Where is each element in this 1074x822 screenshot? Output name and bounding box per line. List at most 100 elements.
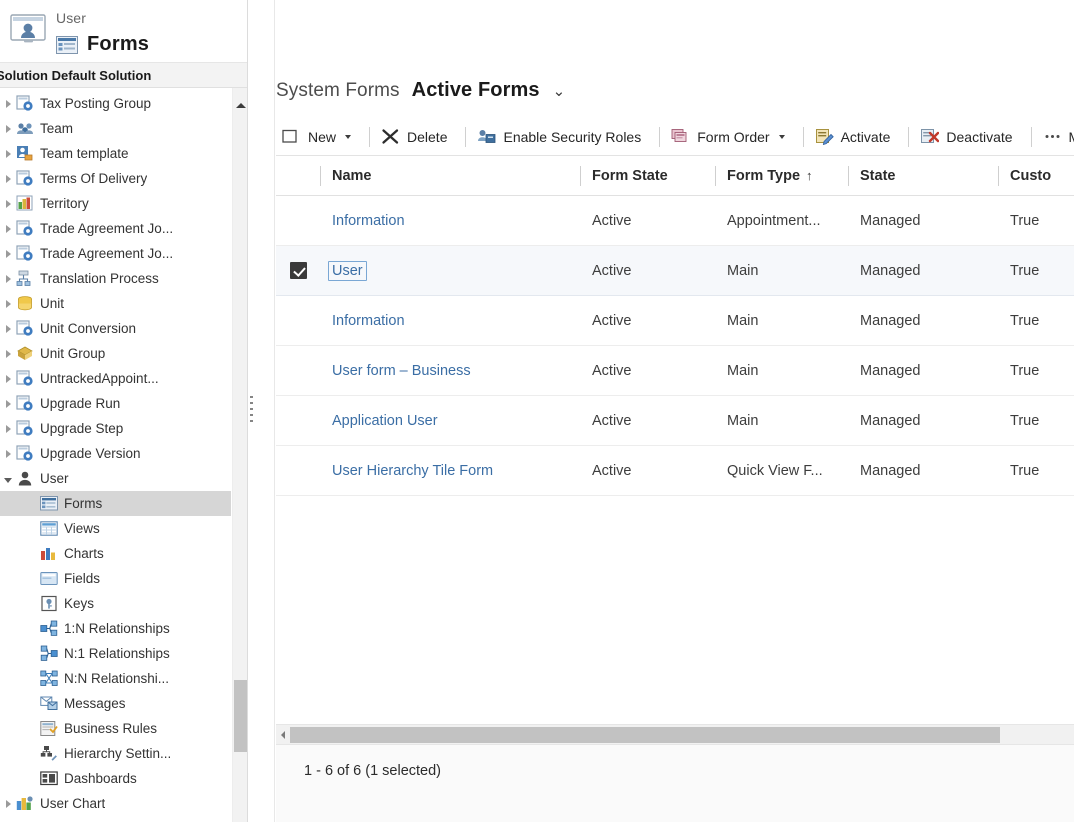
chevron-right-icon[interactable] <box>6 150 11 158</box>
tree-item-terms-of-delivery[interactable]: Terms Of Delivery <box>0 166 231 191</box>
chevron-right-icon[interactable] <box>6 425 11 433</box>
active-view-label[interactable]: Active Forms <box>412 79 540 102</box>
enable-security-roles-button[interactable]: Enable Security Roles <box>473 118 652 156</box>
row-select-cell[interactable] <box>276 446 320 496</box>
form-name-link[interactable]: Application User <box>332 413 438 429</box>
row-select-cell[interactable] <box>276 296 320 346</box>
column-header-name[interactable]: Name <box>320 156 580 196</box>
tree-twisty[interactable] <box>0 291 16 316</box>
column-header-form-type[interactable]: Form Type↑ <box>715 156 848 196</box>
sidebar-scrollbar[interactable] <box>232 88 247 822</box>
scroll-left-arrow-icon[interactable] <box>276 725 290 745</box>
tree-twisty[interactable] <box>0 241 16 266</box>
row-select-cell[interactable] <box>276 196 320 246</box>
deactivate-button[interactable]: Deactivate <box>916 118 1023 156</box>
splitter-grip-icon[interactable] <box>250 396 253 422</box>
tree-twisty[interactable] <box>0 166 16 191</box>
table-row[interactable]: User Hierarchy Tile FormActiveQuick View… <box>276 446 1074 496</box>
row-checkbox[interactable] <box>290 262 307 279</box>
tree-item-charts[interactable]: Charts <box>0 541 231 566</box>
column-header-state[interactable]: State <box>848 156 998 196</box>
tree-item-trade-agreement-jo[interactable]: Trade Agreement Jo... <box>0 241 231 266</box>
table-row[interactable]: InformationActiveAppointment...ManagedTr… <box>276 196 1074 246</box>
delete-button[interactable]: Delete <box>377 118 458 156</box>
tree-item-upgrade-step[interactable]: Upgrade Step <box>0 416 231 441</box>
forms-grid[interactable]: InformationActiveAppointment...ManagedTr… <box>276 196 1074 496</box>
tree-item-views[interactable]: Views <box>0 516 231 541</box>
table-row[interactable]: User form – BusinessActiveMainManagedTru… <box>276 346 1074 396</box>
tree-item-fields[interactable]: Fields <box>0 566 231 591</box>
tree-item-unit-group[interactable]: Unit Group <box>0 341 231 366</box>
tree-item-untrackedappoint[interactable]: UntrackedAppoint... <box>0 366 231 391</box>
horizontal-scrollbar-thumb[interactable] <box>290 727 1000 743</box>
column-header-custo[interactable]: Custo <box>998 156 1074 196</box>
chevron-right-icon[interactable] <box>6 225 11 233</box>
chevron-right-icon[interactable] <box>6 375 11 383</box>
tree-twisty[interactable] <box>0 91 16 116</box>
tree-twisty[interactable] <box>0 791 16 816</box>
tree-twisty[interactable] <box>24 591 40 616</box>
form-name-link[interactable]: Information <box>332 213 405 229</box>
tree-item-dashboards[interactable]: Dashboards <box>0 766 231 791</box>
tree-item-1-n-relationships[interactable]: 1:N Relationships <box>0 616 231 641</box>
chevron-right-icon[interactable] <box>6 325 11 333</box>
chevron-down-icon[interactable]: ⌄ <box>553 82 566 100</box>
entity-tree[interactable]: Tax Posting GroupTeamTeam templateTerms … <box>0 88 231 822</box>
row-select-cell[interactable] <box>276 396 320 446</box>
chevron-right-icon[interactable] <box>6 350 11 358</box>
tree-item-trade-agreement-jo[interactable]: Trade Agreement Jo... <box>0 216 231 241</box>
tree-item-user[interactable]: User <box>0 466 231 491</box>
chevron-right-icon[interactable] <box>6 175 11 183</box>
m-button[interactable]: M <box>1039 118 1074 156</box>
chevron-right-icon[interactable] <box>6 400 11 408</box>
chevron-down-icon[interactable] <box>779 135 785 139</box>
new-button[interactable]: New <box>276 118 362 156</box>
tree-item-team[interactable]: Team <box>0 116 231 141</box>
tree-twisty[interactable] <box>0 316 16 341</box>
form-name-link[interactable]: Information <box>332 313 405 329</box>
scroll-up-arrow-icon[interactable] <box>233 98 247 112</box>
tree-item-n-n-relationshi[interactable]: N:N Relationshi... <box>0 666 231 691</box>
row-select-cell[interactable] <box>276 346 320 396</box>
tree-twisty[interactable] <box>24 641 40 666</box>
tree-twisty[interactable] <box>24 766 40 791</box>
chevron-right-icon[interactable] <box>6 125 11 133</box>
tree-item-team-template[interactable]: Team template <box>0 141 231 166</box>
tree-item-territory[interactable]: Territory <box>0 191 231 216</box>
tree-twisty[interactable] <box>0 466 16 491</box>
select-all-header-cell[interactable] <box>276 156 320 196</box>
table-row[interactable]: InformationActiveMainManagedTrue <box>276 296 1074 346</box>
tree-twisty[interactable] <box>0 416 16 441</box>
tree-item-user-chart[interactable]: User Chart <box>0 791 231 816</box>
tree-twisty[interactable] <box>24 741 40 766</box>
chevron-right-icon[interactable] <box>6 450 11 458</box>
chevron-right-icon[interactable] <box>6 250 11 258</box>
tree-item-tax-posting-group[interactable]: Tax Posting Group <box>0 91 231 116</box>
row-select-cell[interactable] <box>276 246 320 296</box>
tree-twisty[interactable] <box>0 441 16 466</box>
tree-twisty[interactable] <box>0 266 16 291</box>
tree-twisty[interactable] <box>24 666 40 691</box>
chevron-right-icon[interactable] <box>6 800 11 808</box>
form-order-button[interactable]: Form Order <box>667 118 795 156</box>
tree-twisty[interactable] <box>24 541 40 566</box>
form-name-link[interactable]: User Hierarchy Tile Form <box>332 463 493 479</box>
pane-splitter[interactable] <box>248 0 255 822</box>
tree-item-upgrade-run[interactable]: Upgrade Run <box>0 391 231 416</box>
chevron-right-icon[interactable] <box>6 200 11 208</box>
chevron-right-icon[interactable] <box>6 300 11 308</box>
tree-twisty[interactable] <box>24 566 40 591</box>
tree-twisty[interactable] <box>0 391 16 416</box>
command-toolbar[interactable]: New Delete Enable Security Roles Form Order… <box>276 118 1074 156</box>
table-row[interactable]: UserActiveMainManagedTrue <box>276 246 1074 296</box>
tree-twisty[interactable] <box>0 191 16 216</box>
tree-item-forms[interactable]: Forms <box>0 491 231 516</box>
chevron-right-icon[interactable] <box>6 100 11 108</box>
form-name-link[interactable]: User form – Business <box>332 363 471 379</box>
sidebar-scrollbar-thumb[interactable] <box>234 680 247 752</box>
tree-item-unit[interactable]: Unit <box>0 291 231 316</box>
tree-item-keys[interactable]: Keys <box>0 591 231 616</box>
tree-twisty[interactable] <box>24 691 40 716</box>
tree-twisty[interactable] <box>0 341 16 366</box>
tree-twisty[interactable] <box>24 491 40 516</box>
